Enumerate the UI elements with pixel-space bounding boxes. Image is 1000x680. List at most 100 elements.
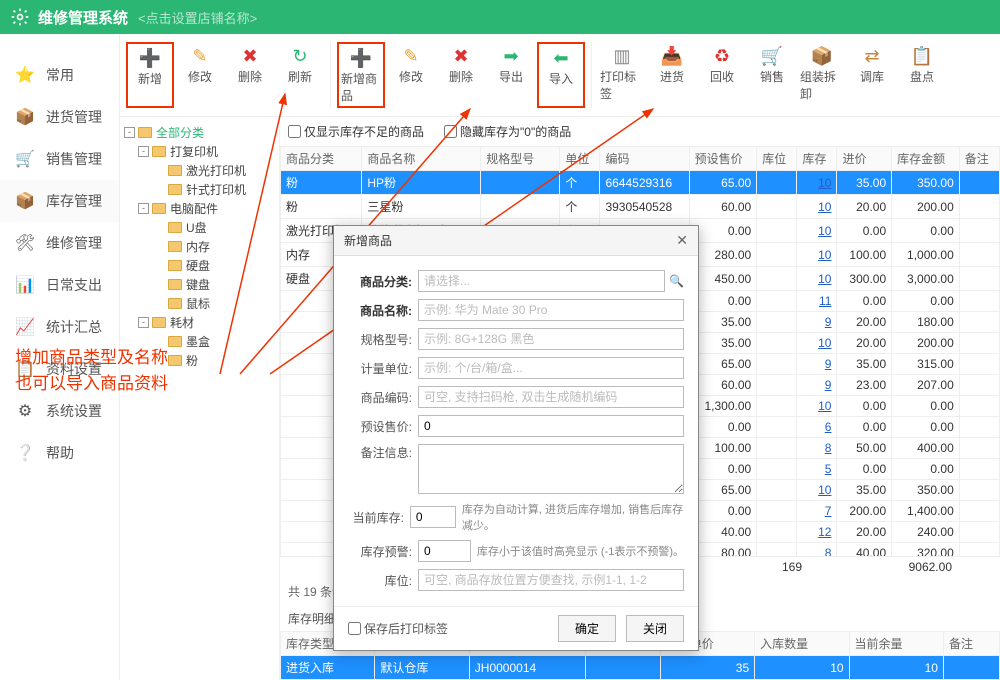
tb-调库[interactable]: ⇄调库 (848, 42, 896, 108)
code-input[interactable] (418, 386, 684, 408)
nav-6[interactable]: 📈统计汇总 (0, 306, 119, 348)
stock-link[interactable]: 10 (818, 200, 831, 214)
name-input[interactable] (418, 299, 684, 321)
tb-进货[interactable]: 📥进货 (648, 42, 696, 108)
stock-link[interactable]: 10 (818, 224, 831, 238)
nav-8[interactable]: ⚙系统设置 (0, 390, 119, 432)
tree-toggle-icon[interactable]: - (138, 146, 149, 157)
nav-2[interactable]: 🛒销售管理 (0, 138, 119, 180)
save-print-checkbox[interactable]: 保存后打印标签 (348, 620, 448, 637)
detail-row[interactable]: 进货入库默认仓库JH0000014351010 (281, 656, 1000, 680)
tb-回收[interactable]: ♻回收 (698, 42, 746, 108)
nav-icon: 📦 (14, 106, 36, 128)
remark-input[interactable] (418, 444, 684, 494)
filter-row: 仅显示库存不足的商品 隐藏库存为"0"的商品 (280, 117, 1000, 146)
location-input[interactable] (418, 569, 684, 591)
nav-icon: ⭐ (14, 64, 36, 86)
shop-name[interactable]: <点击设置店铺名称> (138, 8, 257, 27)
filter-hide-zero[interactable]: 隐藏库存为"0"的商品 (444, 123, 571, 140)
nav-icon: 📈 (14, 316, 36, 338)
stock-link[interactable]: 7 (825, 504, 832, 518)
unit-input[interactable] (418, 357, 684, 379)
tb-销售[interactable]: 🛒销售 (748, 42, 796, 108)
tree-item[interactable]: 内存 (124, 237, 275, 256)
tree-toggle-icon[interactable]: - (138, 317, 149, 328)
stock-link[interactable]: 12 (818, 525, 831, 539)
nav-1[interactable]: 📦进货管理 (0, 96, 119, 138)
tb-icon: ✎ (188, 44, 212, 68)
tb-组装拆卸[interactable]: 📦组装拆卸 (798, 42, 846, 108)
tb-修改[interactable]: ✎修改 (387, 42, 435, 108)
stock-link[interactable]: 11 (819, 294, 831, 308)
tb-新增商品[interactable]: ➕新增商品 (337, 42, 385, 108)
category-input[interactable] (418, 270, 665, 292)
close-icon[interactable]: ✕ (676, 232, 688, 249)
tree-toggle-icon[interactable]: - (124, 127, 135, 138)
nav-9[interactable]: ❔帮助 (0, 432, 119, 474)
stock-link[interactable]: 8 (825, 546, 832, 556)
stock-input[interactable] (410, 506, 456, 528)
tb-修改[interactable]: ✎修改 (176, 42, 224, 108)
nav-icon: ❔ (14, 442, 36, 464)
tree-item[interactable]: 针式打印机 (124, 180, 275, 199)
nav-icon: 🛠 (14, 232, 36, 254)
nav-0[interactable]: ⭐常用 (0, 54, 119, 96)
folder-icon (168, 222, 182, 233)
app-header: 维修管理系统 <点击设置店铺名称> (0, 0, 1000, 34)
tb-新增[interactable]: ➕新增 (126, 42, 174, 108)
stock-link[interactable]: 10 (818, 399, 831, 413)
tree-item[interactable]: -全部分类 (124, 123, 275, 142)
tb-导入[interactable]: ⬅导入 (537, 42, 585, 108)
tb-删除[interactable]: ✖删除 (226, 42, 274, 108)
tb-打印标签[interactable]: ▥打印标签 (598, 42, 646, 108)
ok-button[interactable]: 确定 (558, 615, 616, 642)
nav-4[interactable]: 🛠维修管理 (0, 222, 119, 264)
search-icon[interactable]: 🔍 (669, 274, 684, 288)
folder-icon (168, 184, 182, 195)
stock-link[interactable]: 9 (825, 378, 832, 392)
nav-icon: 📊 (14, 274, 36, 296)
folder-icon (168, 298, 182, 309)
stock-link[interactable]: 9 (825, 357, 832, 371)
tb-导出[interactable]: ➡导出 (487, 42, 535, 108)
nav-5[interactable]: 📊日常支出 (0, 264, 119, 306)
tb-icon: 📥 (660, 44, 684, 68)
tb-icon: 🛒 (760, 44, 784, 68)
tb-删除[interactable]: ✖删除 (437, 42, 485, 108)
tb-icon: ➕ (138, 46, 162, 70)
cancel-button[interactable]: 关闭 (626, 615, 684, 642)
tree-item[interactable]: 鼠标 (124, 294, 275, 313)
tb-icon: ➡ (499, 44, 523, 68)
stock-link[interactable]: 10 (818, 176, 831, 190)
stock-link[interactable]: 10 (818, 336, 831, 350)
stock-link[interactable]: 6 (825, 420, 832, 434)
price-input[interactable] (418, 415, 684, 437)
tree-item[interactable]: U盘 (124, 218, 275, 237)
tree-item[interactable]: 硬盘 (124, 256, 275, 275)
folder-icon (168, 336, 182, 347)
tree-item[interactable]: -电脑配件 (124, 199, 275, 218)
stock-link[interactable]: 8 (825, 441, 832, 455)
stock-link[interactable]: 10 (818, 248, 831, 262)
stock-link[interactable]: 9 (825, 315, 832, 329)
total-stock: 169 (750, 560, 810, 574)
table-row[interactable]: 粉HP粉个664452931665.001035.00350.00 (281, 171, 1000, 195)
tb-刷新[interactable]: ↻刷新 (276, 42, 324, 108)
add-product-dialog: 新增商品 ✕ 商品分类:🔍 商品名称: 规格型号: 计量单位: 商品编码: 预设… (333, 225, 699, 651)
tree-item[interactable]: 键盘 (124, 275, 275, 294)
stock-link[interactable]: 10 (818, 483, 831, 497)
tree-toggle-icon[interactable]: - (138, 203, 149, 214)
tree-item[interactable]: -打复印机 (124, 142, 275, 161)
table-row[interactable]: 粉三星粉个393054052860.001020.00200.00 (281, 195, 1000, 219)
tb-icon: ⇄ (860, 44, 884, 68)
nav-3[interactable]: 📦库存管理 (0, 180, 119, 222)
filter-low-stock[interactable]: 仅显示库存不足的商品 (288, 123, 424, 140)
tree-item[interactable]: 激光打印机 (124, 161, 275, 180)
spec-input[interactable] (418, 328, 684, 350)
tb-盘点[interactable]: 📋盘点 (898, 42, 946, 108)
tb-icon: 📋 (910, 44, 934, 68)
stock-link[interactable]: 5 (825, 462, 832, 476)
warn-input[interactable] (418, 540, 471, 562)
stock-link[interactable]: 10 (818, 272, 831, 286)
tree-item[interactable]: -耗材 (124, 313, 275, 332)
